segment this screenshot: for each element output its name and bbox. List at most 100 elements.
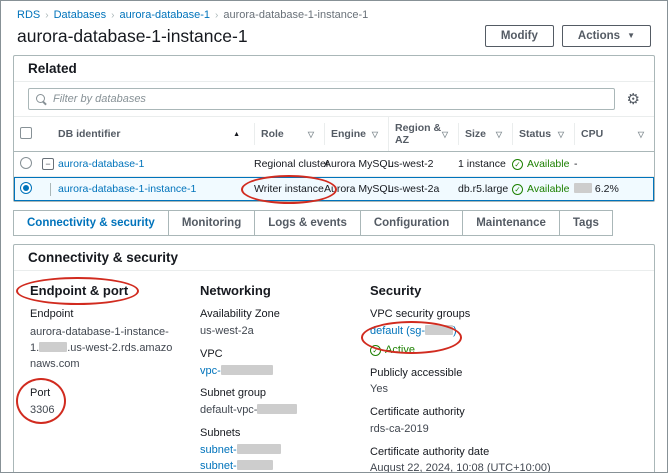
annotation-ellipse: [16, 378, 66, 425]
security-group-link[interactable]: default (sg-): [370, 325, 457, 337]
subnets-label: Subnets: [200, 427, 352, 441]
port-group: Port 3306: [30, 387, 54, 418]
settings-gear-icon[interactable]: ⚙: [627, 92, 640, 107]
availability-zone-value: us-west-2a: [200, 325, 352, 339]
redacted-text: [237, 460, 273, 470]
publicly-accessible-value: Yes: [370, 383, 638, 397]
security-group-group: default (sg-): [370, 325, 457, 339]
sg-suffix: ): [453, 325, 457, 337]
security-heading: Security: [370, 283, 638, 299]
row-radio-selected[interactable]: [20, 182, 32, 194]
redacted-text: [257, 404, 297, 414]
status-badge: ✓ Available: [512, 177, 574, 201]
region-az-cell: us-west-2a: [388, 177, 458, 201]
caret-down-icon: ▼: [627, 32, 635, 40]
column-header-cpu: CPU ▽: [574, 123, 654, 145]
detail-tabs: Connectivity & security Monitoring Logs …: [13, 210, 655, 236]
sg-status-text: Active: [385, 344, 415, 358]
endpoint-port-column: Endpoint & port Endpoint aurora-database…: [30, 279, 182, 473]
filter-icon[interactable]: ▽: [496, 130, 502, 139]
subnet-group-value: default-vpc-: [200, 404, 352, 418]
endpoint-label: Endpoint: [30, 308, 182, 322]
related-filter-row: ⚙: [14, 82, 654, 116]
sort-ascending-icon[interactable]: ▲: [233, 131, 240, 138]
redacted-text: [39, 342, 67, 352]
filter-icon[interactable]: ▽: [558, 130, 564, 139]
redacted-text: [237, 444, 281, 454]
search-input[interactable]: [53, 93, 607, 105]
filter-icon[interactable]: ▽: [442, 130, 448, 139]
row-radio[interactable]: [20, 157, 32, 169]
cpu-cell: -: [574, 152, 654, 176]
vpc-security-groups-label: VPC security groups: [370, 308, 638, 322]
column-header-db-identifier[interactable]: DB identifier ▲: [58, 123, 254, 145]
related-panel-title: Related: [14, 56, 654, 82]
connectivity-detail-body: Endpoint & port Endpoint aurora-database…: [14, 271, 654, 473]
cpu-text: 6.2%: [595, 183, 619, 195]
table-row-cluster[interactable]: − aurora-database-1 Regional cluster Aur…: [14, 152, 654, 177]
tab-logs-events[interactable]: Logs & events: [254, 210, 361, 236]
column-label: Size: [465, 128, 486, 140]
redacted-text: [574, 183, 592, 193]
role-cell: Writer instance: [254, 177, 324, 201]
filter-icon[interactable]: ▽: [372, 130, 378, 139]
publicly-accessible-label: Publicly accessible: [370, 367, 638, 381]
tab-monitoring[interactable]: Monitoring: [168, 210, 255, 236]
engine-cell: Aurora MySQL: [324, 152, 388, 176]
related-table: DB identifier ▲ Role ▽ Engine ▽ Region &…: [14, 116, 654, 201]
certificate-authority-date-label: Certificate authority date: [370, 446, 638, 460]
db-identifier-link[interactable]: aurora-database-1-instance-1: [58, 183, 196, 195]
check-circle-icon: ✓: [370, 345, 381, 356]
rds-console-page: RDS › Databases › aurora-database-1 › au…: [0, 0, 668, 473]
connectivity-panel-title: Connectivity & security: [14, 245, 654, 271]
table-row-instance-selected[interactable]: aurora-database-1-instance-1 Writer inst…: [14, 177, 654, 201]
breadcrumb-databases[interactable]: Databases: [54, 9, 107, 21]
breadcrumb-separator: ›: [45, 10, 48, 21]
status-badge: ✓ Available: [512, 152, 574, 176]
subnet-link[interactable]: subnet-: [200, 444, 237, 456]
breadcrumb: RDS › Databases › aurora-database-1 › au…: [1, 1, 667, 23]
actions-button-label: Actions: [578, 30, 620, 42]
page-title: aurora-database-1-instance-1: [17, 26, 477, 47]
tab-configuration[interactable]: Configuration: [360, 210, 463, 236]
sg-status-badge: ✓ Active: [370, 344, 638, 358]
security-column: Security VPC security groups default (sg…: [370, 279, 638, 473]
column-header-size: Size ▽: [458, 123, 512, 145]
db-identifier-link[interactable]: aurora-database-1: [58, 158, 144, 170]
column-label: Engine: [331, 128, 366, 140]
certificate-authority-value: rds-ca-2019: [370, 423, 638, 437]
search-icon: [36, 94, 47, 105]
check-circle-icon: ✓: [512, 184, 523, 195]
table-header-row: DB identifier ▲ Role ▽ Engine ▽ Region &…: [14, 116, 654, 152]
related-panel: Related ⚙ DB identifier ▲ Role ▽: [13, 55, 655, 202]
tab-connectivity-security[interactable]: Connectivity & security: [13, 210, 169, 236]
cpu-cell: 6.2%: [574, 177, 654, 201]
subnet-link[interactable]: subnet-: [200, 460, 237, 472]
filter-icon[interactable]: ▽: [638, 130, 644, 139]
port-label: Port: [30, 387, 54, 401]
filter-icon[interactable]: ▽: [308, 130, 314, 139]
vpc-link[interactable]: vpc-: [200, 365, 221, 377]
column-label: Region & AZ: [395, 122, 442, 146]
column-header-engine: Engine ▽: [324, 123, 388, 145]
tab-maintenance[interactable]: Maintenance: [462, 210, 560, 236]
modify-button[interactable]: Modify: [485, 25, 554, 47]
actions-button[interactable]: Actions ▼: [562, 25, 651, 47]
vpc-label: VPC: [200, 348, 352, 362]
availability-zone-label: Availability Zone: [200, 308, 352, 322]
breadcrumb-cluster[interactable]: aurora-database-1: [120, 9, 211, 21]
column-header-status: Status ▽: [512, 123, 574, 145]
role-cell: Regional cluster: [254, 152, 324, 176]
column-header-region-az: Region & AZ ▽: [388, 117, 458, 151]
page-header: aurora-database-1-instance-1 Modify Acti…: [1, 23, 667, 55]
select-all-checkbox[interactable]: [20, 127, 32, 139]
check-circle-icon: ✓: [512, 159, 523, 170]
breadcrumb-rds[interactable]: RDS: [17, 9, 40, 21]
subnet-group-prefix: default-vpc-: [200, 404, 257, 416]
column-header-role: Role ▽: [254, 123, 324, 145]
networking-column: Networking Availability Zone us-west-2a …: [200, 279, 352, 473]
engine-cell: Aurora MySQL: [324, 177, 388, 201]
collapse-icon[interactable]: −: [42, 158, 54, 170]
search-box[interactable]: [28, 88, 615, 110]
tab-tags[interactable]: Tags: [559, 210, 613, 236]
